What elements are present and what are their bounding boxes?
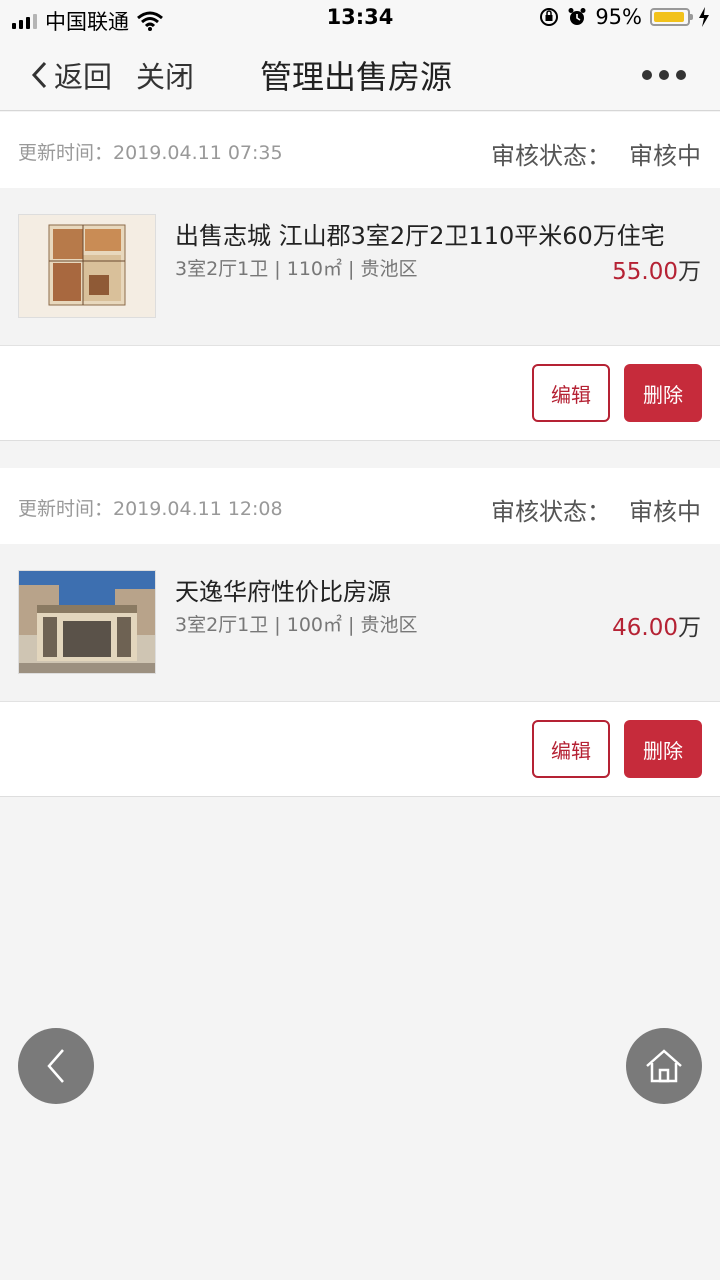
floor-plan-image[interactable]: [18, 214, 156, 318]
charging-bolt-icon: [699, 7, 709, 27]
listing-body[interactable]: 天逸华府性价比房源 3室2厅1卫 | 100㎡ | 贵池区 46.00万: [0, 544, 720, 702]
listing-body[interactable]: 出售志城 江山郡3室2厅2卫110平米60万住宅 3室2厅1卫 | 110㎡ |…: [0, 188, 720, 346]
update-time-label: 更新时间：: [18, 142, 114, 164]
audit-status-label: 审核状态：: [491, 142, 611, 170]
listing-actions: 编辑 删除: [0, 346, 720, 441]
listing-title: 出售志城 江山郡3室2厅2卫110平米60万住宅: [175, 222, 665, 250]
update-time-label: 更新时间：: [18, 498, 114, 520]
audit-status-badge: 审核中: [629, 498, 701, 526]
price-unit: 万: [678, 615, 701, 641]
listing-title: 天逸华府性价比房源: [175, 578, 391, 606]
update-time: 2019.04.11 12:08: [113, 498, 283, 520]
alarm-icon: [568, 8, 586, 25]
nav-bar: 返回 关闭 管理出售房源: [0, 36, 720, 111]
battery-icon: [650, 8, 693, 26]
chevron-left-icon: [31, 61, 47, 89]
delete-button[interactable]: 删除: [624, 364, 702, 422]
float-back-button[interactable]: [18, 1028, 94, 1104]
listing-actions: 编辑 删除: [0, 702, 720, 797]
listing-card: 更新时间：2019.04.11 12:08 审核状态： 审核中 天逸华府性价比房源…: [0, 468, 720, 797]
audit-status-label: 审核状态：: [491, 498, 611, 526]
listing-header: 更新时间：2019.04.11 12:08 审核状态： 审核中: [0, 468, 720, 544]
listing-price: 46.00万: [612, 608, 701, 642]
arrow-left-icon: [47, 1049, 64, 1083]
price-value: 46.00: [612, 615, 678, 641]
rotation-lock-icon: [540, 8, 559, 26]
listing-info: 3室2厅1卫 | 110㎡ | 贵池区: [175, 258, 418, 280]
update-time: 2019.04.11 07:35: [113, 142, 283, 164]
listing-price: 55.00万: [612, 252, 701, 286]
listing-card: 更新时间：2019.04.11 07:35 审核状态： 审核中 出售志城 江山郡3…: [0, 112, 720, 441]
edit-button[interactable]: 编辑: [532, 720, 610, 778]
edit-button[interactable]: 编辑: [532, 364, 610, 422]
close-button[interactable]: 关闭: [136, 54, 194, 96]
float-home-button[interactable]: [626, 1028, 702, 1104]
listing-info: 3室2厅1卫 | 100㎡ | 贵池区: [175, 614, 418, 636]
back-button[interactable]: 返回: [30, 54, 112, 96]
building-photo[interactable]: [18, 570, 156, 674]
audit-status-badge: 审核中: [629, 142, 701, 170]
page-title: 管理出售房源: [260, 58, 453, 96]
more-dots-icon[interactable]: [642, 70, 686, 80]
battery-percent: 95%: [595, 5, 642, 29]
back-label: 返回: [54, 60, 113, 94]
delete-button[interactable]: 删除: [624, 720, 702, 778]
price-unit: 万: [678, 259, 701, 285]
listing-header: 更新时间：2019.04.11 07:35 审核状态： 审核中: [0, 112, 720, 188]
price-value: 55.00: [612, 259, 678, 285]
home-icon: [646, 1049, 682, 1083]
status-bar: 中国联通 13:34 95%: [0, 0, 720, 36]
